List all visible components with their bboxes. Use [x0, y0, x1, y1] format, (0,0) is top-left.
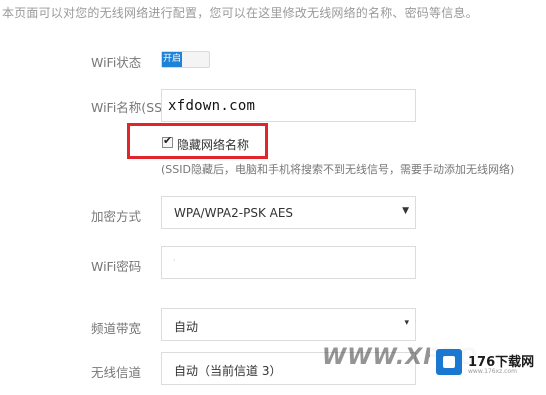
- channel-selected: 自动（当前信道 3）: [174, 364, 282, 378]
- ssid-hide-hint: (SSID隐藏后，电脑和手机将搜索不到无线信号，需要手动添加无线网络): [161, 163, 515, 176]
- wifi-status-label: WiFi状态: [91, 55, 142, 70]
- checkmark-icon: ✔: [163, 134, 173, 147]
- logo-icon: [436, 349, 462, 375]
- caret-down-icon: ▾: [404, 318, 409, 328]
- ssid-input[interactable]: xfdown.com: [161, 89, 416, 122]
- encryption-selected: WPA/WPA2-PSK AES: [174, 206, 294, 220]
- channel-label: 无线信道: [91, 365, 142, 380]
- watermark-logo: 176下载网 www.176xz.com: [430, 343, 546, 383]
- watermark-sub: www.176xz.com: [468, 368, 517, 375]
- bandwidth-select[interactable]: 自动 ▾: [161, 308, 416, 341]
- bandwidth-selected: 自动: [174, 320, 199, 334]
- toggle-on-indicator: 开启: [162, 52, 182, 67]
- wifi-settings-page: 本页面可以对您的无线网络进行配置，您可以在这里修改无线网络的名称、密码等信息。 …: [0, 0, 546, 395]
- password-value: ·: [173, 256, 176, 265]
- encryption-select[interactable]: WPA/WPA2-PSK AES ▼: [161, 196, 416, 229]
- encryption-label: 加密方式: [91, 209, 142, 224]
- caret-down-icon: ▼: [402, 206, 409, 216]
- intro-text: 本页面可以对您的无线网络进行配置，您可以在这里修改无线网络的名称、密码等信息。: [2, 6, 478, 20]
- password-label: WiFi密码: [91, 259, 142, 274]
- hide-ssid-checkbox[interactable]: ✔: [162, 134, 173, 148]
- ssid-value: xfdown.com: [168, 98, 256, 114]
- bandwidth-label: 频道带宽: [91, 321, 142, 336]
- wifi-status-toggle[interactable]: 开启: [161, 51, 210, 68]
- password-input[interactable]: ·: [161, 246, 416, 279]
- hide-ssid-label[interactable]: 隐藏网络名称: [177, 136, 249, 153]
